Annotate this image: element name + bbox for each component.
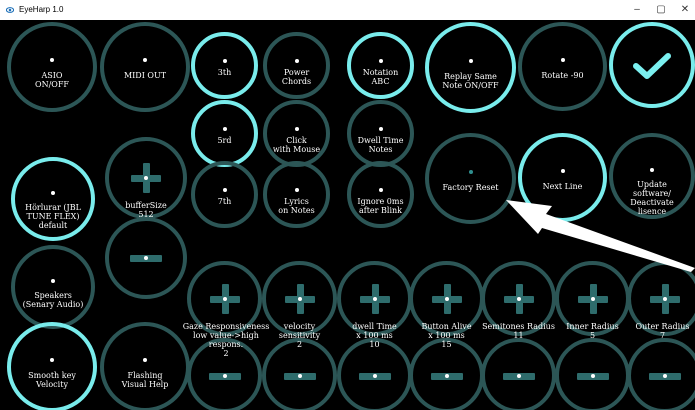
notation-abc-button[interactable]: Notation ABC (347, 32, 414, 99)
dwell-time-notes-label: Dwell Time Notes (357, 136, 404, 155)
ignore-after-blink-button[interactable]: Ignore 0ms after Blink (347, 161, 414, 228)
midi-out-label: MIDI OUT (123, 71, 167, 81)
button-dot (222, 187, 227, 192)
button-dot (378, 126, 383, 131)
button-dot (50, 58, 54, 63)
asio-label: ASIO ON/OFF (35, 71, 69, 90)
checkmark-icon (633, 53, 671, 79)
dwell-time-label: dwell Time x 100 ms 10 (352, 322, 397, 349)
close-button[interactable]: ✕ (674, 2, 695, 18)
pointer-arrow-icon (506, 200, 695, 272)
click-with-mouse-button[interactable]: Click with Mouse (263, 100, 330, 167)
speakers-output-button[interactable]: Speakers (Senary Audio) (11, 245, 95, 329)
rotate-label: Rotate -90 (541, 70, 584, 80)
button-dot (662, 373, 667, 378)
smooth-key-velocity-button[interactable]: Smooth key Velocity (7, 322, 97, 410)
button-dot (51, 278, 55, 283)
lyrics-on-notes-label: Lyrics on Notes (278, 197, 315, 216)
replay-same-note-label: Replay Same Note ON/OFF (442, 71, 499, 90)
button-dot (662, 296, 667, 301)
rotate-button[interactable]: Rotate -90 (518, 22, 607, 111)
button-dot (144, 256, 148, 260)
velocity-sensitivity-label: velocity sensitivity 2 (278, 322, 321, 349)
button-dot (222, 373, 227, 378)
button-dot (222, 296, 227, 301)
maximize-button[interactable]: ▢ (650, 2, 672, 18)
button-dot (372, 373, 377, 378)
inner-radius-decrease-button[interactable] (555, 338, 630, 410)
keyboard-settings-area: ASIO ON/OFF MIDI OUT 3th Power Chords No… (0, 20, 695, 410)
button-dot (468, 58, 473, 63)
outer-radius-label: Outer Radius 7 (635, 322, 690, 340)
button-dot (294, 58, 299, 63)
smooth-key-velocity-label: Smooth key Velocity (28, 371, 76, 390)
horlurar-output-button[interactable]: Hörlurar (JBL TUNE FLEX) default (11, 157, 95, 241)
semitones-radius-label: Semitones Radius 11 (482, 322, 555, 340)
button-dot (560, 58, 565, 63)
button-dot (590, 373, 595, 378)
third-chord-label: 3th (217, 68, 232, 78)
speakers-label: Speakers (Senary Audio) (22, 290, 84, 309)
button-dot (143, 358, 147, 363)
button-dot (50, 358, 54, 363)
flashing-visual-help-label: Flashing Visual Help (121, 371, 169, 390)
seventh-chord-label: 7th (217, 197, 232, 207)
button-dot (222, 126, 227, 131)
button-dot (222, 58, 227, 63)
button-dot (560, 169, 565, 174)
inner-radius-label: Inner Radius 5 (566, 322, 619, 340)
notation-abc-label: Notation ABC (362, 68, 399, 87)
window-title: EyeHarp 1.0 (19, 5, 64, 14)
minimize-button[interactable]: – (626, 2, 648, 18)
button-dot (297, 296, 302, 301)
title-bar: EyeHarp 1.0 – ▢ ✕ (0, 0, 695, 20)
button-dot (516, 373, 521, 378)
button-dot (294, 126, 299, 131)
third-chord-button[interactable]: 3th (191, 32, 258, 99)
button-dot (378, 187, 383, 192)
button-dot (444, 296, 449, 301)
dwell-time-notes-button[interactable]: Dwell Time Notes (347, 100, 414, 167)
fifth-chord-button[interactable]: 5rd (191, 100, 258, 167)
button-dot (372, 296, 377, 301)
button-dot (294, 187, 299, 192)
button-dot (144, 176, 148, 180)
button-alive-label: Button Alive x 100 ms 15 (421, 322, 472, 349)
button-dot (378, 58, 383, 63)
outer-radius-decrease-button[interactable] (627, 338, 695, 410)
midi-out-button[interactable]: MIDI OUT (100, 22, 190, 112)
eye-app-icon (6, 7, 14, 13)
horlurar-label: Hörlurar (JBL TUNE FLEX) default (25, 202, 81, 230)
power-chords-button[interactable]: Power Chords (263, 32, 330, 99)
ignore-after-blink-label: Ignore 0ms after Blink (357, 197, 404, 216)
confirm-button[interactable] (609, 22, 695, 108)
asio-toggle-button[interactable]: ASIO ON/OFF (7, 22, 97, 112)
click-with-mouse-label: Click with Mouse (272, 136, 321, 155)
flashing-visual-help-button[interactable]: Flashing Visual Help (100, 322, 190, 410)
button-dot (51, 190, 55, 195)
seventh-chord-button[interactable]: 7th (191, 161, 258, 228)
button-dot (444, 373, 449, 378)
lyrics-on-notes-button[interactable]: Lyrics on Notes (263, 161, 330, 228)
button-dot (297, 373, 302, 378)
power-chords-label: Power Chords (281, 68, 312, 87)
semitones-radius-decrease-button[interactable] (481, 338, 556, 410)
button-dot (590, 296, 595, 301)
fifth-chord-label: 5rd (217, 136, 232, 146)
button-dot (468, 169, 473, 174)
replay-same-note-button[interactable]: Replay Same Note ON/OFF (425, 22, 516, 113)
button-dot (650, 167, 654, 172)
button-dot (516, 296, 521, 301)
button-dot (143, 58, 147, 63)
factory-reset-label: Factory Reset (442, 182, 499, 192)
buffer-size-decrease-button[interactable] (105, 217, 187, 299)
gaze-responsiveness-label: Gaze Responsiveness low value->high resp… (182, 322, 270, 358)
